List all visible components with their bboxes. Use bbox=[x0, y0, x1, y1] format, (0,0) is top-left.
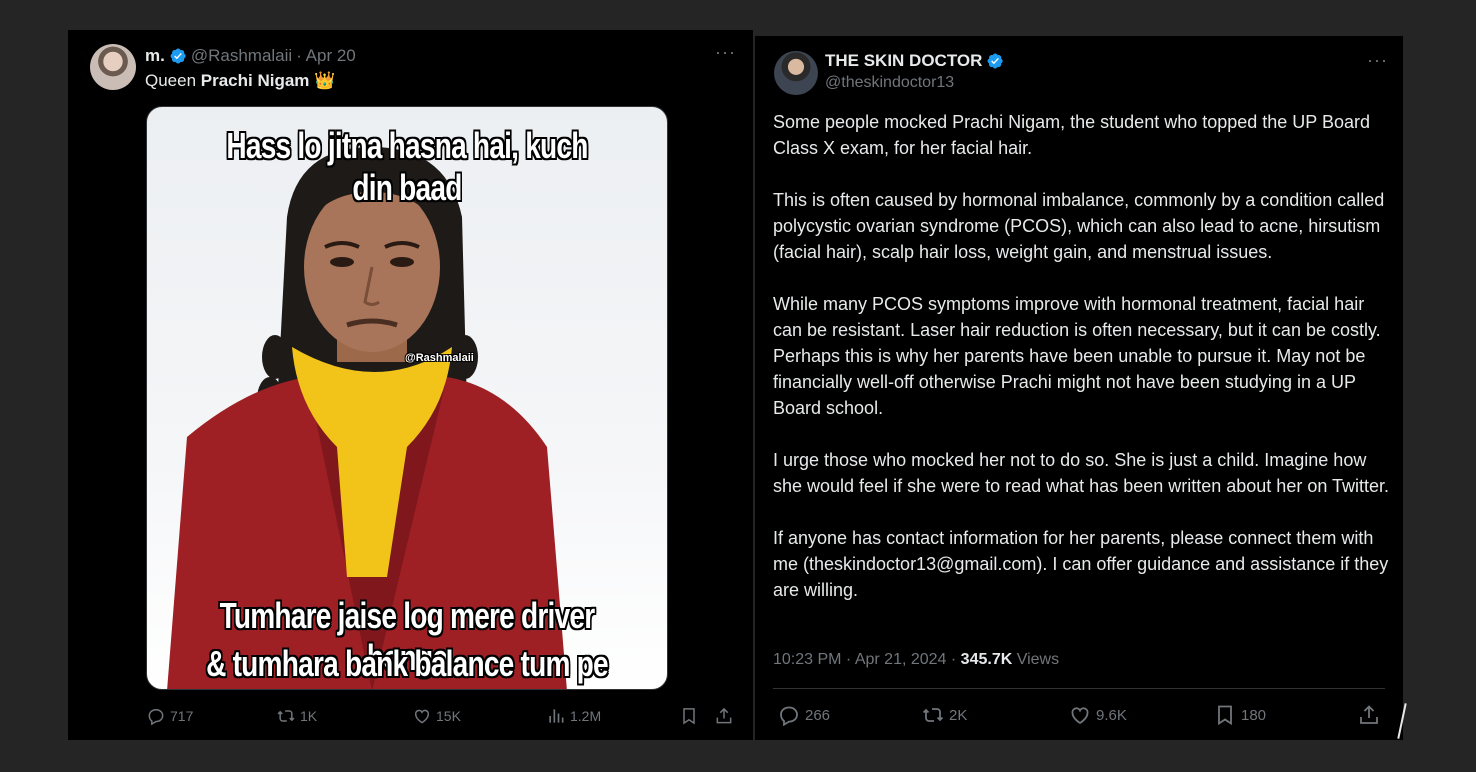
tweet-paragraph: If anyone has contact information for he… bbox=[773, 528, 1389, 600]
meme-caption-bottom-2: & tumhara bank balance tum pe hasega bbox=[206, 643, 609, 689]
tweet-paragraph: This is often caused by hormonal imbalan… bbox=[773, 190, 1385, 262]
share-icon bbox=[1360, 705, 1378, 724]
tweet-text: Queen Prachi Nigam 👑 bbox=[145, 68, 335, 94]
avatar[interactable] bbox=[90, 44, 136, 90]
retweet-count: 1K bbox=[300, 708, 318, 724]
reply-button[interactable]: 717 bbox=[146, 706, 193, 726]
like-button[interactable]: 9.6K bbox=[1068, 703, 1127, 727]
share-icon bbox=[716, 707, 732, 724]
tweet-paragraph: I urge those who mocked her not to do so… bbox=[773, 450, 1390, 496]
retweet-count: 2K bbox=[949, 706, 968, 724]
reply-count: 266 bbox=[805, 706, 831, 724]
tweet-card-right[interactable]: THE SKIN DOCTOR @theskindoctor13 ··· Som… bbox=[755, 36, 1403, 740]
like-count: 15K bbox=[436, 708, 461, 724]
bookmark-icon bbox=[683, 708, 695, 725]
crown-emoji: 👑 bbox=[314, 71, 336, 90]
bookmark-icon bbox=[1218, 705, 1232, 726]
text-prefix: Queen bbox=[145, 71, 201, 90]
retweet-icon bbox=[277, 710, 295, 722]
verified-badge-icon bbox=[987, 53, 1004, 69]
display-name[interactable]: m. bbox=[145, 46, 165, 66]
views-button[interactable]: 1.2M bbox=[546, 706, 601, 726]
avatar[interactable] bbox=[774, 51, 818, 95]
verified-badge-icon bbox=[170, 48, 186, 64]
reply-icon bbox=[148, 709, 164, 726]
retweet-icon bbox=[922, 708, 944, 722]
views-count: 345.7K bbox=[960, 651, 1013, 668]
handle[interactable]: @Rashmalaii bbox=[191, 46, 292, 66]
like-count: 9.6K bbox=[1096, 706, 1127, 724]
views-count: 1.2M bbox=[570, 708, 602, 724]
views-chart-icon bbox=[549, 709, 564, 723]
meme-image[interactable]: Hass lo jitna hasna hai, kuch din baad @… bbox=[146, 106, 668, 690]
tweet-body: Some people mocked Prachi Nigam, the stu… bbox=[773, 109, 1393, 603]
reply-count: 717 bbox=[170, 708, 194, 724]
heart-icon bbox=[414, 709, 430, 724]
meme-caption-top: Hass lo jitna hasna hai, kuch din baad bbox=[226, 125, 588, 208]
share-button[interactable] bbox=[714, 706, 738, 726]
meme-watermark: @Rashmalaii bbox=[405, 352, 474, 364]
tweet-meta: 10:23 PM · Apr 21, 2024 · 345.7K Views bbox=[773, 651, 1059, 669]
bookmark-button[interactable]: 180 bbox=[1213, 703, 1266, 727]
heart-icon bbox=[1071, 707, 1089, 725]
reply-button[interactable]: 266 bbox=[777, 703, 830, 727]
tweet-date[interactable]: · Apr 20 bbox=[296, 46, 356, 66]
more-dots-icon[interactable]: ··· bbox=[715, 42, 736, 63]
share-button[interactable] bbox=[1357, 703, 1385, 727]
reply-icon bbox=[780, 706, 798, 727]
tweet-header: THE SKIN DOCTOR bbox=[825, 51, 1004, 71]
tweet-paragraph: Some people mocked Prachi Nigam, the stu… bbox=[773, 112, 1371, 158]
tweet-paragraph: While many PCOS symptoms improve with ho… bbox=[773, 294, 1381, 418]
retweet-button[interactable]: 1K bbox=[276, 706, 317, 726]
handle[interactable]: @theskindoctor13 bbox=[825, 74, 954, 92]
more-dots-icon[interactable]: ··· bbox=[1367, 50, 1388, 71]
tweet-card-left[interactable]: m. @Rashmalaii · Apr 20 ··· Queen Prachi… bbox=[68, 30, 753, 740]
text-bold-name: Prachi Nigam bbox=[200, 71, 310, 90]
bookmark-button[interactable] bbox=[679, 706, 703, 726]
views-label: Views bbox=[1012, 651, 1060, 668]
divider bbox=[773, 688, 1385, 689]
retweet-button[interactable]: 2K bbox=[921, 703, 967, 727]
tweet-header: m. @Rashmalaii · Apr 20 bbox=[145, 46, 356, 66]
bookmark-count: 180 bbox=[1241, 706, 1267, 724]
like-button[interactable]: 15K bbox=[412, 706, 461, 726]
display-name[interactable]: THE SKIN DOCTOR bbox=[825, 51, 982, 71]
tweet-timestamp[interactable]: 10:23 PM · Apr 21, 2024 · bbox=[773, 651, 961, 668]
